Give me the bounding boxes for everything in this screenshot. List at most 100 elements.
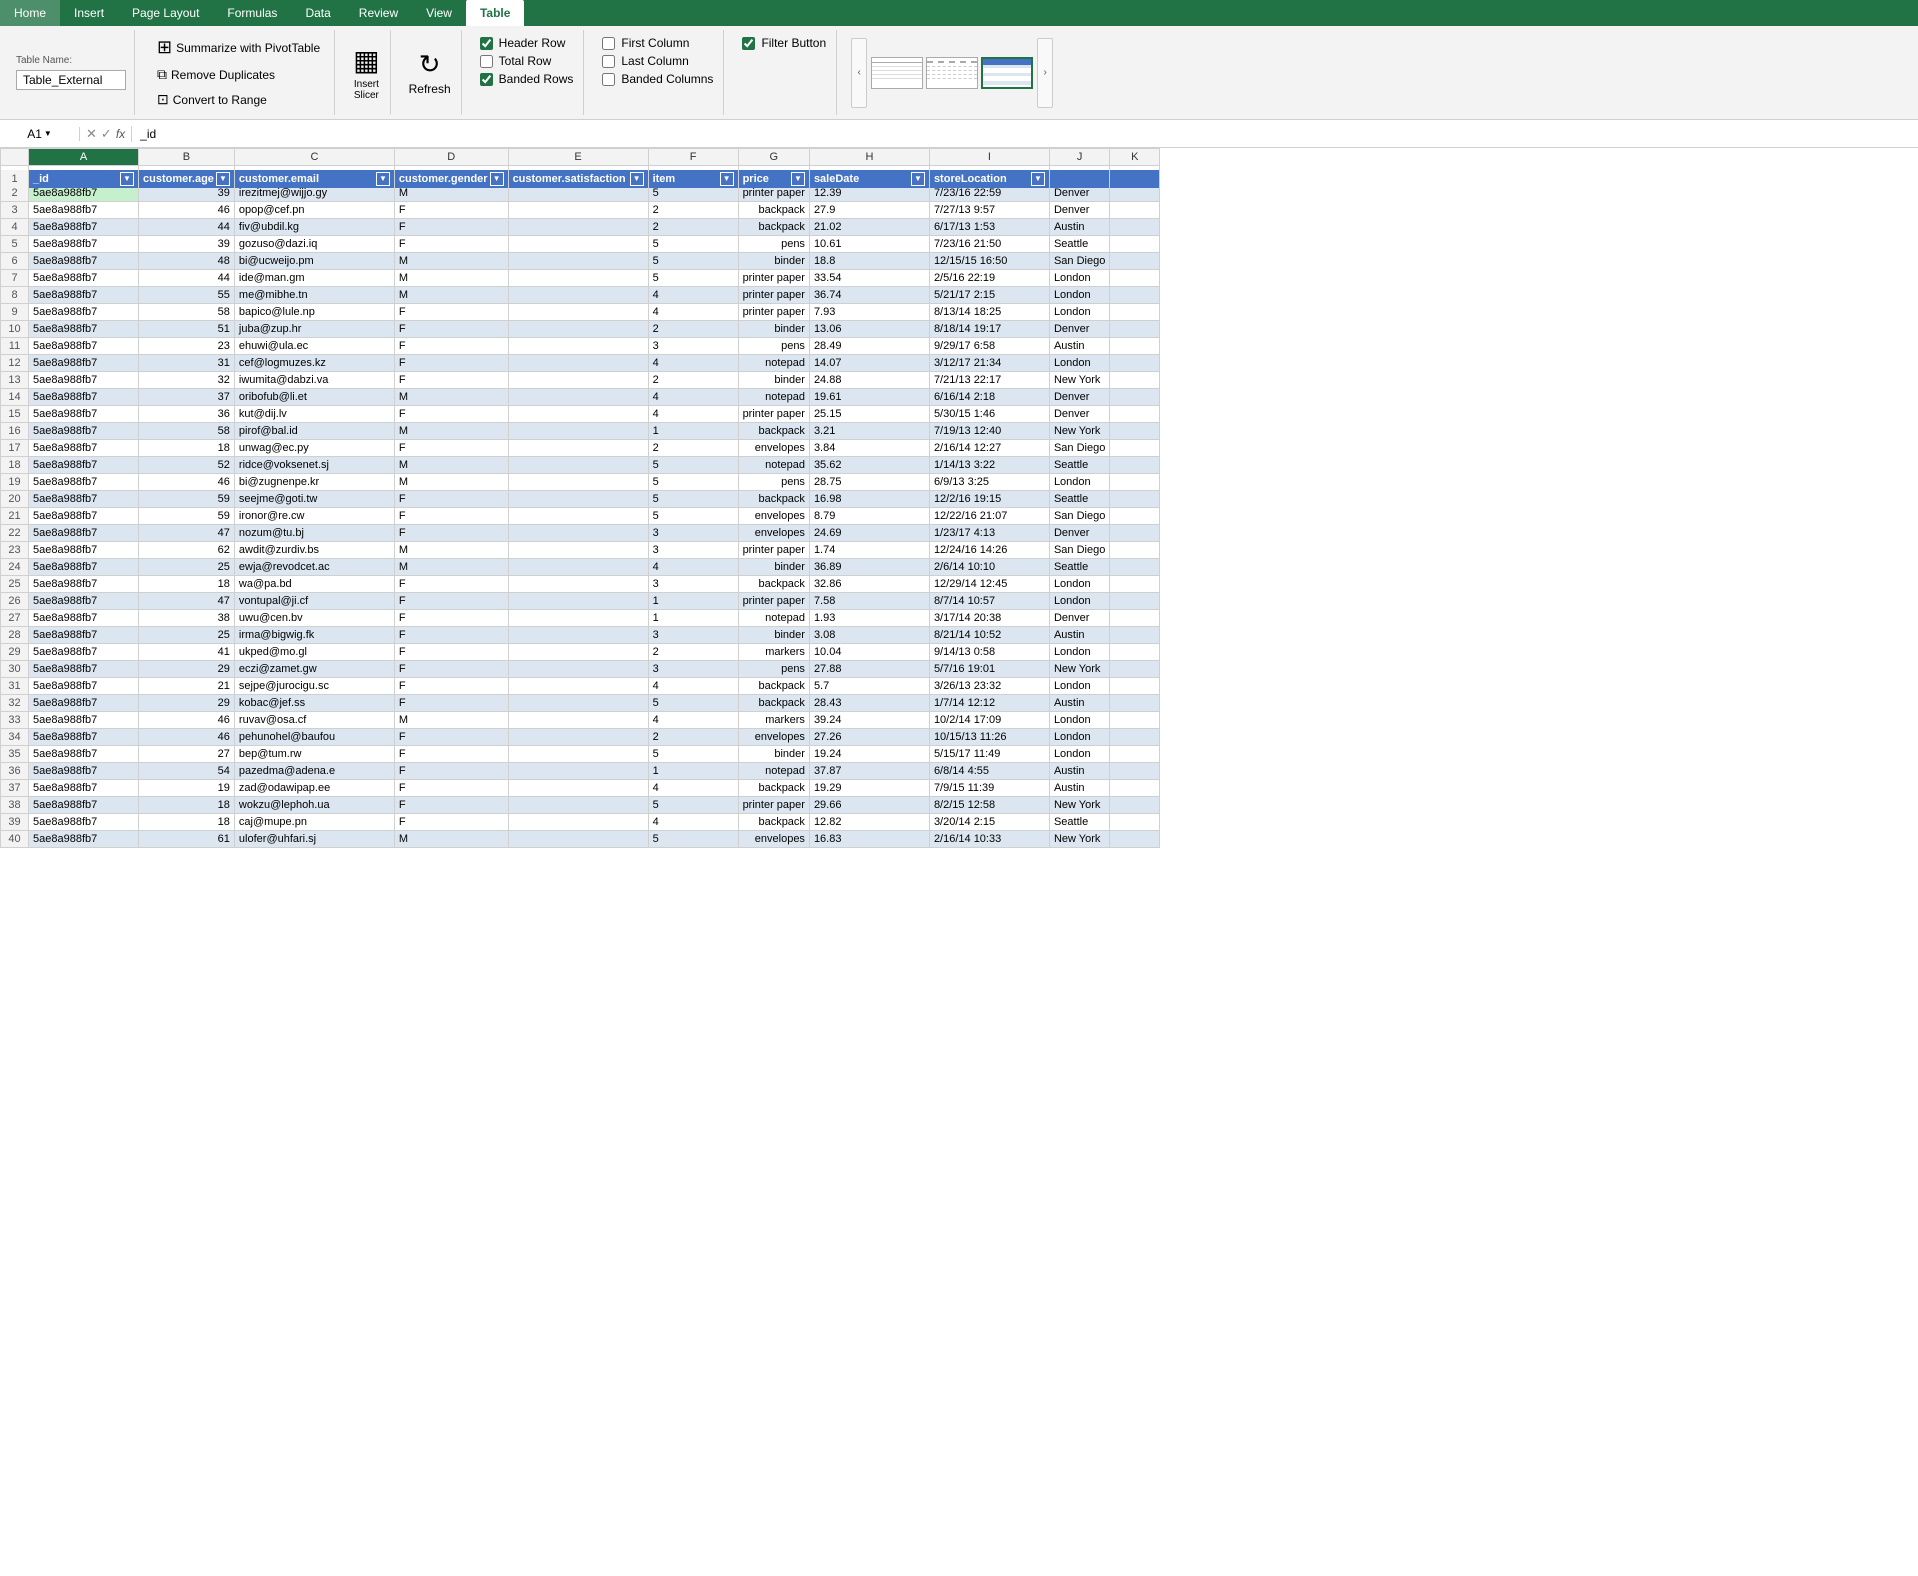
cell-r24-c6[interactable]: binder — [738, 559, 809, 576]
cell-r10-c8[interactable]: 8/18/14 19:17 — [929, 321, 1049, 338]
cell-r4-c3[interactable]: F — [394, 219, 508, 236]
table-col-header-7[interactable]: saleDate▼ — [809, 169, 929, 188]
cell-r39-c8[interactable]: 3/20/14 2:15 — [929, 814, 1049, 831]
cell-r10-c4[interactable] — [508, 321, 648, 338]
cell-r37-c4[interactable] — [508, 780, 648, 797]
cell-r24-c7[interactable]: 36.89 — [809, 559, 929, 576]
table-col-header-5[interactable]: item▼ — [648, 169, 738, 188]
convert-to-range-button[interactable]: ⊡ Convert to Range — [151, 88, 326, 111]
cell-r36-c1[interactable]: 54 — [139, 763, 235, 780]
cell-r20-c8[interactable]: 12/2/16 19:15 — [929, 491, 1049, 508]
cell-r3-c1[interactable]: 46 — [139, 202, 235, 219]
cell-r33-c4[interactable] — [508, 712, 648, 729]
cell-r16-c8[interactable]: 7/19/13 12:40 — [929, 423, 1049, 440]
cell-r32-c4[interactable] — [508, 695, 648, 712]
cell-r38-c3[interactable]: F — [394, 797, 508, 814]
cell-r5-c3[interactable]: F — [394, 236, 508, 253]
cell-r3-c2[interactable]: opop@cef.pn — [234, 202, 394, 219]
cell-r30-c9[interactable]: New York — [1049, 661, 1109, 678]
cell-r32-c3[interactable]: F — [394, 695, 508, 712]
cell-r31-c8[interactable]: 3/26/13 23:32 — [929, 678, 1049, 695]
cell-r4-c10[interactable] — [1110, 219, 1160, 236]
first-column-option[interactable]: First Column — [602, 36, 713, 50]
cell-r16-c5[interactable]: 1 — [648, 423, 738, 440]
cell-r38-c0[interactable]: 5ae8a988fb7 — [29, 797, 139, 814]
cell-r4-c5[interactable]: 2 — [648, 219, 738, 236]
cell-r39-c6[interactable]: backpack — [738, 814, 809, 831]
cell-r30-c6[interactable]: pens — [738, 661, 809, 678]
cell-r21-c0[interactable]: 5ae8a988fb7 — [29, 508, 139, 525]
cell-r31-c10[interactable] — [1110, 678, 1160, 695]
col-header-E[interactable]: E — [508, 149, 648, 166]
cell-r6-c7[interactable]: 18.8 — [809, 253, 929, 270]
cell-r17-c0[interactable]: 5ae8a988fb7 — [29, 440, 139, 457]
cell-r21-c7[interactable]: 8.79 — [809, 508, 929, 525]
filter-button-option[interactable]: Filter Button — [742, 36, 826, 50]
filter-dropdown-5[interactable]: ▼ — [720, 172, 734, 186]
cell-r38-c4[interactable] — [508, 797, 648, 814]
cell-r27-c9[interactable]: Denver — [1049, 610, 1109, 627]
banded-rows-checkbox[interactable] — [480, 73, 493, 86]
total-row-option[interactable]: Total Row — [480, 54, 574, 68]
cell-r29-c6[interactable]: markers — [738, 644, 809, 661]
cell-r22-c8[interactable]: 1/23/17 4:13 — [929, 525, 1049, 542]
cell-r22-c4[interactable] — [508, 525, 648, 542]
cell-r30-c4[interactable] — [508, 661, 648, 678]
cell-r27-c0[interactable]: 5ae8a988fb7 — [29, 610, 139, 627]
cell-r33-c0[interactable]: 5ae8a988fb7 — [29, 712, 139, 729]
cell-r7-c9[interactable]: London — [1049, 270, 1109, 287]
table-style-2[interactable] — [926, 57, 978, 89]
col-header-I[interactable]: I — [929, 149, 1049, 166]
cell-r25-c2[interactable]: wa@pa.bd — [234, 576, 394, 593]
menu-table[interactable]: Table — [466, 0, 524, 26]
cell-r28-c7[interactable]: 3.08 — [809, 627, 929, 644]
cell-r25-c8[interactable]: 12/29/14 12:45 — [929, 576, 1049, 593]
cell-r7-c3[interactable]: M — [394, 270, 508, 287]
cell-r8-c7[interactable]: 36.74 — [809, 287, 929, 304]
cell-r18-c10[interactable] — [1110, 457, 1160, 474]
cell-r22-c10[interactable] — [1110, 525, 1160, 542]
col-header-K[interactable]: K — [1110, 149, 1160, 166]
cell-r31-c2[interactable]: sejpe@jurocigu.sc — [234, 678, 394, 695]
cell-r12-c5[interactable]: 4 — [648, 355, 738, 372]
cell-r38-c7[interactable]: 29.66 — [809, 797, 929, 814]
cell-r25-c6[interactable]: backpack — [738, 576, 809, 593]
cell-r33-c8[interactable]: 10/2/14 17:09 — [929, 712, 1049, 729]
cell-r9-c8[interactable]: 8/13/14 18:25 — [929, 304, 1049, 321]
cell-r23-c9[interactable]: San Diego — [1049, 542, 1109, 559]
cell-r35-c0[interactable]: 5ae8a988fb7 — [29, 746, 139, 763]
cell-r16-c3[interactable]: M — [394, 423, 508, 440]
cell-r23-c5[interactable]: 3 — [648, 542, 738, 559]
cell-r10-c9[interactable]: Denver — [1049, 321, 1109, 338]
cell-r3-c6[interactable]: backpack — [738, 202, 809, 219]
cell-r20-c7[interactable]: 16.98 — [809, 491, 929, 508]
cell-r10-c2[interactable]: juba@zup.hr — [234, 321, 394, 338]
table-col-header-2[interactable]: customer.email▼ — [234, 169, 394, 188]
cell-r22-c9[interactable]: Denver — [1049, 525, 1109, 542]
cell-r13-c10[interactable] — [1110, 372, 1160, 389]
summarize-pivot-button[interactable]: ⊞ Summarize with PivotTable — [151, 34, 326, 61]
cell-r8-c3[interactable]: M — [394, 287, 508, 304]
cell-r10-c7[interactable]: 13.06 — [809, 321, 929, 338]
cell-r34-c5[interactable]: 2 — [648, 729, 738, 746]
cell-r25-c0[interactable]: 5ae8a988fb7 — [29, 576, 139, 593]
cell-r38-c1[interactable]: 18 — [139, 797, 235, 814]
col-header-A[interactable]: A — [29, 149, 139, 166]
cell-r35-c3[interactable]: F — [394, 746, 508, 763]
cell-r14-c5[interactable]: 4 — [648, 389, 738, 406]
cell-r34-c6[interactable]: envelopes — [738, 729, 809, 746]
cell-r27-c1[interactable]: 38 — [139, 610, 235, 627]
cell-r38-c5[interactable]: 5 — [648, 797, 738, 814]
cell-r3-c10[interactable] — [1110, 202, 1160, 219]
cell-r20-c3[interactable]: F — [394, 491, 508, 508]
cell-r30-c8[interactable]: 5/7/16 19:01 — [929, 661, 1049, 678]
cell-r18-c2[interactable]: ridce@voksenet.sj — [234, 457, 394, 474]
cell-r28-c5[interactable]: 3 — [648, 627, 738, 644]
cell-r15-c5[interactable]: 4 — [648, 406, 738, 423]
cell-r26-c6[interactable]: printer paper — [738, 593, 809, 610]
cell-r37-c0[interactable]: 5ae8a988fb7 — [29, 780, 139, 797]
cell-r10-c1[interactable]: 51 — [139, 321, 235, 338]
cell-r15-c2[interactable]: kut@dij.lv — [234, 406, 394, 423]
cell-r31-c9[interactable]: London — [1049, 678, 1109, 695]
cell-r38-c10[interactable] — [1110, 797, 1160, 814]
